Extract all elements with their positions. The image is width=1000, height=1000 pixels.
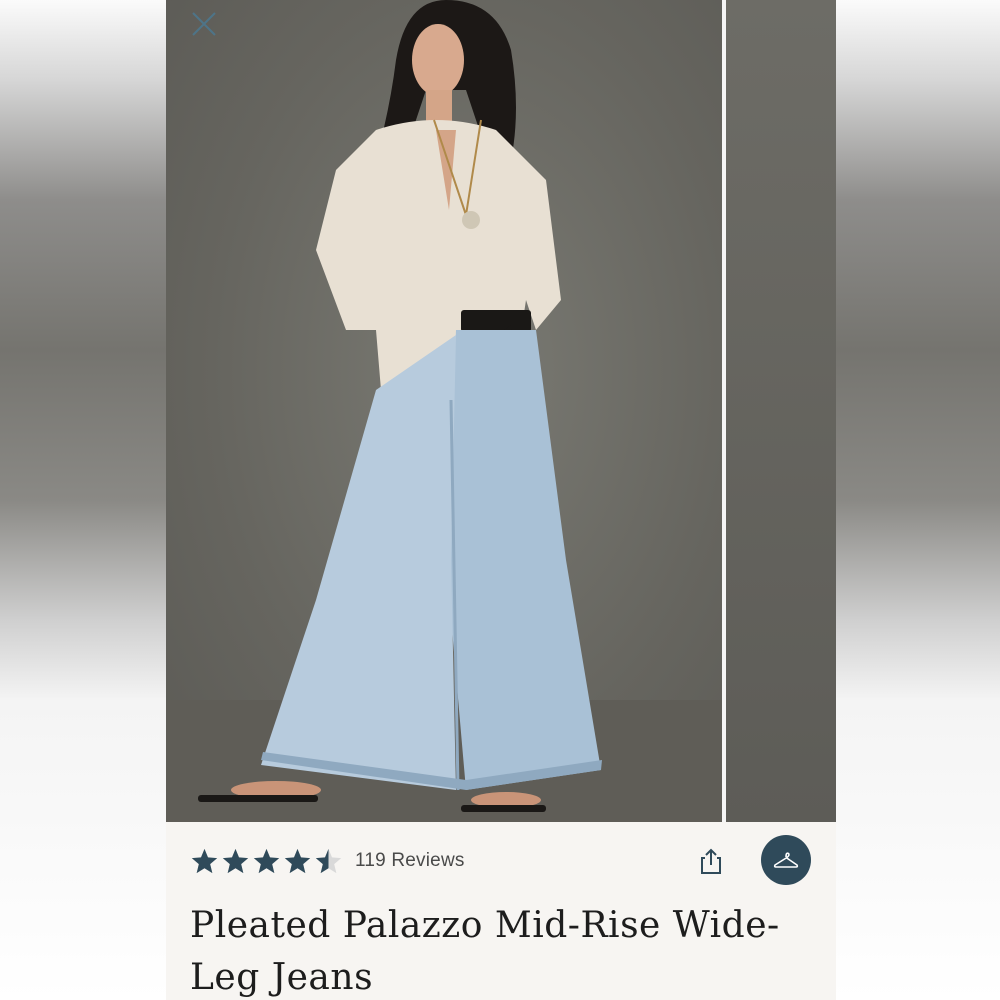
- close-icon[interactable]: [190, 10, 218, 38]
- model-photo: [166, 0, 722, 822]
- product-page: 119 Reviews Pleated Palazzo Mid-Rise Wid…: [166, 0, 836, 1000]
- product-image-main[interactable]: [166, 0, 722, 822]
- star-full-icon: [191, 848, 218, 873]
- product-info: 119 Reviews Pleated Palazzo Mid-Rise Wid…: [166, 822, 836, 1000]
- star-full-icon: [284, 848, 311, 873]
- hanger-button[interactable]: [761, 835, 811, 885]
- hanger-icon: [773, 852, 799, 868]
- product-image-next[interactable]: [726, 0, 836, 822]
- star-rating: [190, 847, 343, 876]
- star-full-icon: [222, 848, 249, 873]
- product-title: Pleated Palazzo Mid-Rise Wide-Leg Jeans: [190, 905, 780, 998]
- star-half-icon: [315, 848, 342, 873]
- reviews-link[interactable]: 119 Reviews: [355, 850, 465, 872]
- rating-row: 119 Reviews: [190, 846, 465, 876]
- product-gallery[interactable]: [166, 0, 836, 822]
- star-full-icon: [253, 848, 280, 873]
- share-icon[interactable]: [696, 846, 726, 876]
